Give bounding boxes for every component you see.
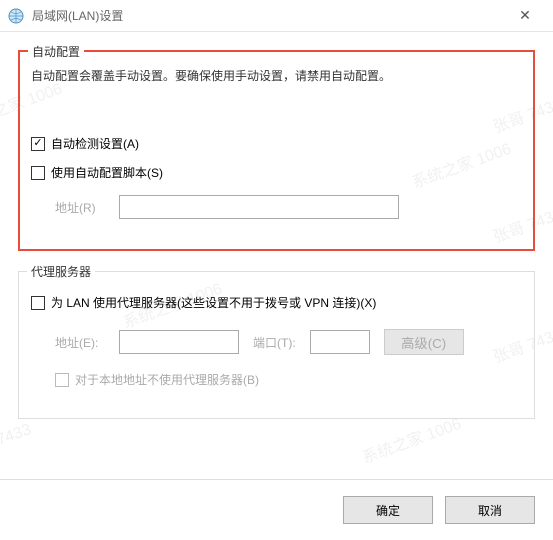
ok-button[interactable]: 确定 <box>343 496 433 524</box>
auto-detect-label: 自动检测设置(A) <box>51 135 139 152</box>
checkbox-icon: ✓ <box>31 137 45 151</box>
globe-icon <box>8 8 24 24</box>
auto-config-legend: 自动配置 <box>28 43 84 60</box>
proxy-legend: 代理服务器 <box>27 263 95 280</box>
proxy-port-label: 端口(T): <box>253 334 296 351</box>
checkbox-icon <box>31 166 45 180</box>
proxy-address-label: 地址(E): <box>55 334 105 351</box>
window-title: 局域网(LAN)设置 <box>32 7 505 24</box>
script-address-input[interactable] <box>119 195 399 219</box>
use-proxy-label: 为 LAN 使用代理服务器(这些设置不用于拨号或 VPN 连接)(X) <box>51 294 376 311</box>
use-script-label: 使用自动配置脚本(S) <box>51 164 163 181</box>
button-bar: 确定 取消 <box>0 479 553 540</box>
proxy-port-input[interactable] <box>310 330 370 354</box>
titlebar: 局域网(LAN)设置 ✕ <box>0 0 553 32</box>
watermark: 张哥 7433 <box>0 415 34 462</box>
proxy-address-row: 地址(E): 端口(T): 高级(C) <box>55 329 522 355</box>
script-address-label: 地址(R) <box>55 199 105 216</box>
checkbox-icon <box>31 296 45 310</box>
proxy-address-input[interactable] <box>119 330 239 354</box>
advanced-button[interactable]: 高级(C) <box>384 329 464 355</box>
checkbox-icon <box>55 373 69 387</box>
auto-detect-checkbox[interactable]: ✓ 自动检测设置(A) <box>31 135 522 152</box>
auto-config-group: 自动配置 自动配置会覆盖手动设置。要确保使用手动设置，请禁用自动配置。 ✓ 自动… <box>18 50 535 251</box>
use-proxy-checkbox[interactable]: 为 LAN 使用代理服务器(这些设置不用于拨号或 VPN 连接)(X) <box>31 294 522 311</box>
bypass-local-label: 对于本地地址不使用代理服务器(B) <box>75 371 259 388</box>
use-script-checkbox[interactable]: 使用自动配置脚本(S) <box>31 164 522 181</box>
script-address-row: 地址(R) <box>55 195 522 219</box>
content-area: 系统之家 1006 张哥 7433 系统之家 1006 张哥 7433 系统之家… <box>0 32 553 419</box>
close-button[interactable]: ✕ <box>505 7 545 24</box>
proxy-group: 代理服务器 为 LAN 使用代理服务器(这些设置不用于拨号或 VPN 连接)(X… <box>18 271 535 419</box>
bypass-local-checkbox[interactable]: 对于本地地址不使用代理服务器(B) <box>55 371 522 388</box>
cancel-button[interactable]: 取消 <box>445 496 535 524</box>
auto-config-desc: 自动配置会覆盖手动设置。要确保使用手动设置，请禁用自动配置。 <box>31 67 522 85</box>
